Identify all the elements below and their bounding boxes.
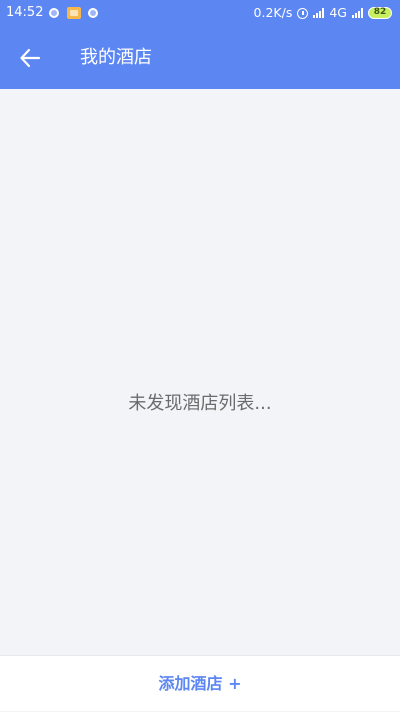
status-left: 14:52 <box>6 0 104 26</box>
notification-dot-icon <box>49 8 60 18</box>
status-right: 0.2K/s 4G 82 <box>254 0 392 26</box>
notification-dot-icon-2 <box>88 8 99 18</box>
network-type: 4G <box>329 5 347 20</box>
battery-icon: 82 <box>368 7 392 19</box>
status-time: 14:52 <box>6 5 44 20</box>
add-hotel-button[interactable]: 添加酒店 + <box>0 656 400 712</box>
empty-state-message: 未发现酒店列表... <box>128 393 272 414</box>
network-speed: 0.2K/s <box>253 5 293 20</box>
signal-icon-2 <box>352 8 363 18</box>
hotel-list-area: 未发现酒店列表... <box>0 89 400 655</box>
app-header: 14:52 0.2K/s 4G 82 我的酒店 <box>0 0 400 89</box>
title-bar: 我的酒店 <box>0 26 400 89</box>
signal-icon <box>313 8 325 18</box>
status-bar: 14:52 0.2K/s 4G 82 <box>0 0 400 26</box>
app-notification-icon <box>67 7 82 19</box>
back-button[interactable] <box>14 42 46 74</box>
page-title: 我的酒店 <box>80 47 152 68</box>
arrow-left-icon <box>20 48 41 68</box>
alarm-icon <box>297 7 309 19</box>
footer-bar: 添加酒店 + <box>0 655 400 711</box>
